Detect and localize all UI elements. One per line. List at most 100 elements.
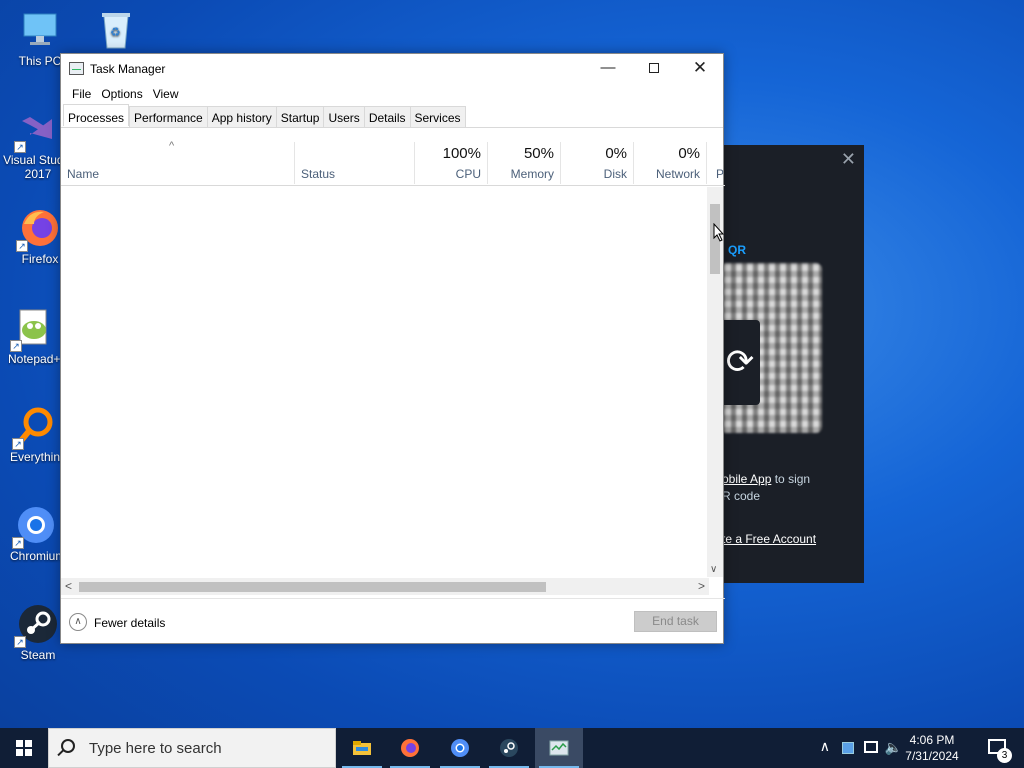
taskbar-steam[interactable] [485, 728, 533, 768]
everything-search-icon: ↗ [12, 404, 58, 450]
chromium-icon [451, 739, 469, 757]
firefox-icon: ↗ [16, 206, 62, 252]
menu-view[interactable]: View [148, 87, 184, 101]
taskbar-task-manager[interactable] [535, 728, 583, 768]
recycle-bin-icon: ♻ [94, 8, 138, 52]
shortcut-arrow-icon: ↗ [14, 636, 26, 648]
menu-options[interactable]: Options [96, 87, 147, 101]
mouse-cursor-icon [713, 223, 725, 242]
cpu-usage-value: 100% [442, 145, 481, 162]
sort-up-icon: ^ [169, 140, 175, 152]
steam-qr-label: QR [728, 243, 746, 257]
clock[interactable]: 4:06 PM 7/31/2024 [900, 732, 964, 764]
column-memory[interactable]: 50% Memory [488, 142, 561, 184]
desktop-icon-label: Chromium [10, 549, 62, 563]
title-bar[interactable]: Task Manager — ✕ [61, 54, 723, 84]
steam-icon [500, 739, 518, 757]
horizontal-scroll-thumb[interactable] [79, 582, 546, 592]
disk-usage-value: 0% [605, 145, 627, 162]
column-name-label: Name [67, 167, 100, 181]
column-disk-label: Disk [603, 167, 627, 181]
column-disk[interactable]: 0% Disk [561, 142, 634, 184]
network-icon[interactable] [864, 741, 878, 753]
chevron-up-icon[interactable]: ∧ [69, 613, 87, 631]
network-usage-value: 0% [678, 145, 700, 162]
column-status-label: Status [301, 167, 336, 181]
desktop-icon-label: Steam [20, 648, 56, 662]
notepad-plus-plus-icon: ↗ [10, 306, 56, 352]
steam-icon: ↗ [14, 602, 60, 648]
taskbar-firefox[interactable] [386, 728, 434, 768]
horizontal-scrollbar[interactable]: < > [61, 578, 709, 595]
system-tray: ∧ 🔈 4:06 PM 7/31/2024 3 [784, 728, 1024, 768]
windows-logo-icon [16, 740, 32, 756]
task-manager-footer: ∧ Fewer details End task [61, 598, 725, 644]
shortcut-arrow-icon: ↗ [12, 438, 24, 450]
window-title: Task Manager [90, 62, 166, 76]
shortcut-arrow-icon: ↗ [16, 240, 28, 252]
tray-app-icon[interactable] [842, 742, 854, 754]
column-cpu[interactable]: 100% CPU [415, 142, 488, 184]
task-manager-window: Task Manager — ✕ File Options View Proce… [60, 53, 725, 644]
tab-users[interactable]: Users [323, 106, 365, 127]
visual-studio-icon: ↗ [14, 107, 60, 153]
steam-create-account-link[interactable]: te a Free Account [722, 532, 816, 546]
chromium-icon: ↗ [12, 503, 58, 549]
shortcut-arrow-icon: ↗ [14, 141, 26, 153]
minimize-button[interactable]: — [585, 54, 631, 84]
steam-info-text: to sign [771, 472, 811, 486]
taskbar-search-box[interactable]: Type here to search [48, 728, 336, 768]
vertical-scrollbar[interactable]: ∨ [707, 187, 723, 577]
scroll-left-icon[interactable]: < [65, 579, 72, 593]
scroll-down-icon[interactable]: ∨ [710, 564, 717, 575]
column-name[interactable]: ^ Name [61, 140, 295, 184]
process-column-headers: ^ Name Status 100% CPU 50% Memory 0% Dis… [61, 140, 725, 186]
taskbar: Type here to search ∧ 🔈 4:06 PM 7/31/202… [0, 728, 1024, 768]
tab-startup[interactable]: Startup [275, 106, 325, 127]
steam-close-icon[interactable]: ✕ [841, 149, 856, 170]
maximize-button[interactable] [631, 54, 677, 84]
shortcut-arrow-icon: ↗ [10, 340, 22, 352]
column-memory-label: Memory [510, 167, 554, 181]
clock-date: 7/31/2024 [905, 749, 959, 763]
maximize-icon [649, 63, 659, 74]
tab-services[interactable]: Services [409, 106, 466, 127]
task-manager-icon [69, 62, 84, 75]
clock-time: 4:06 PM [909, 733, 955, 747]
scroll-right-icon[interactable]: > [698, 579, 705, 593]
column-status[interactable]: Status [295, 142, 415, 184]
process-list [61, 187, 709, 577]
start-button[interactable] [0, 728, 48, 768]
notification-count-badge: 3 [997, 748, 1012, 763]
search-icon [61, 739, 75, 753]
desktop-icon-label: Everything [10, 450, 66, 464]
steam-mobile-app-link[interactable]: obile App [722, 472, 771, 486]
end-task-button[interactable]: End task [634, 611, 717, 632]
menu-bar: File Options View [61, 84, 723, 104]
steam-signin-info: obile App to sign R code [722, 471, 862, 505]
column-network[interactable]: 0% Network [634, 142, 707, 184]
column-power-label: P [716, 167, 725, 181]
task-manager-icon [549, 740, 569, 756]
tab-bar: Processes Performance App history Startu… [61, 104, 723, 128]
tab-performance[interactable]: Performance [129, 106, 208, 127]
tab-app-history[interactable]: App history [206, 106, 277, 127]
computer-icon [18, 8, 62, 52]
steam-refresh-icon[interactable]: ⟳ [720, 320, 760, 405]
taskbar-chromium[interactable] [436, 728, 484, 768]
steam-info-text-2: R code [722, 489, 761, 503]
desktop-icon-recycle-bin[interactable]: ♻ [76, 8, 156, 54]
firefox-icon [401, 739, 419, 757]
column-cpu-label: CPU [455, 167, 481, 181]
fewer-details-link[interactable]: Fewer details [94, 616, 165, 630]
shortcut-arrow-icon: ↗ [12, 537, 24, 549]
menu-file[interactable]: File [67, 87, 96, 101]
show-hidden-icons-icon[interactable]: ∧ [820, 738, 830, 755]
column-power[interactable]: P [707, 142, 725, 184]
taskbar-file-explorer[interactable] [338, 728, 386, 768]
close-button[interactable]: ✕ [677, 54, 723, 84]
steam-login-window: ✕ QR ⟳ obile App to sign R code te a Fre… [700, 145, 864, 583]
tab-details[interactable]: Details [363, 106, 411, 127]
tab-processes[interactable]: Processes [63, 104, 130, 126]
search-placeholder: Type here to search [89, 740, 222, 757]
